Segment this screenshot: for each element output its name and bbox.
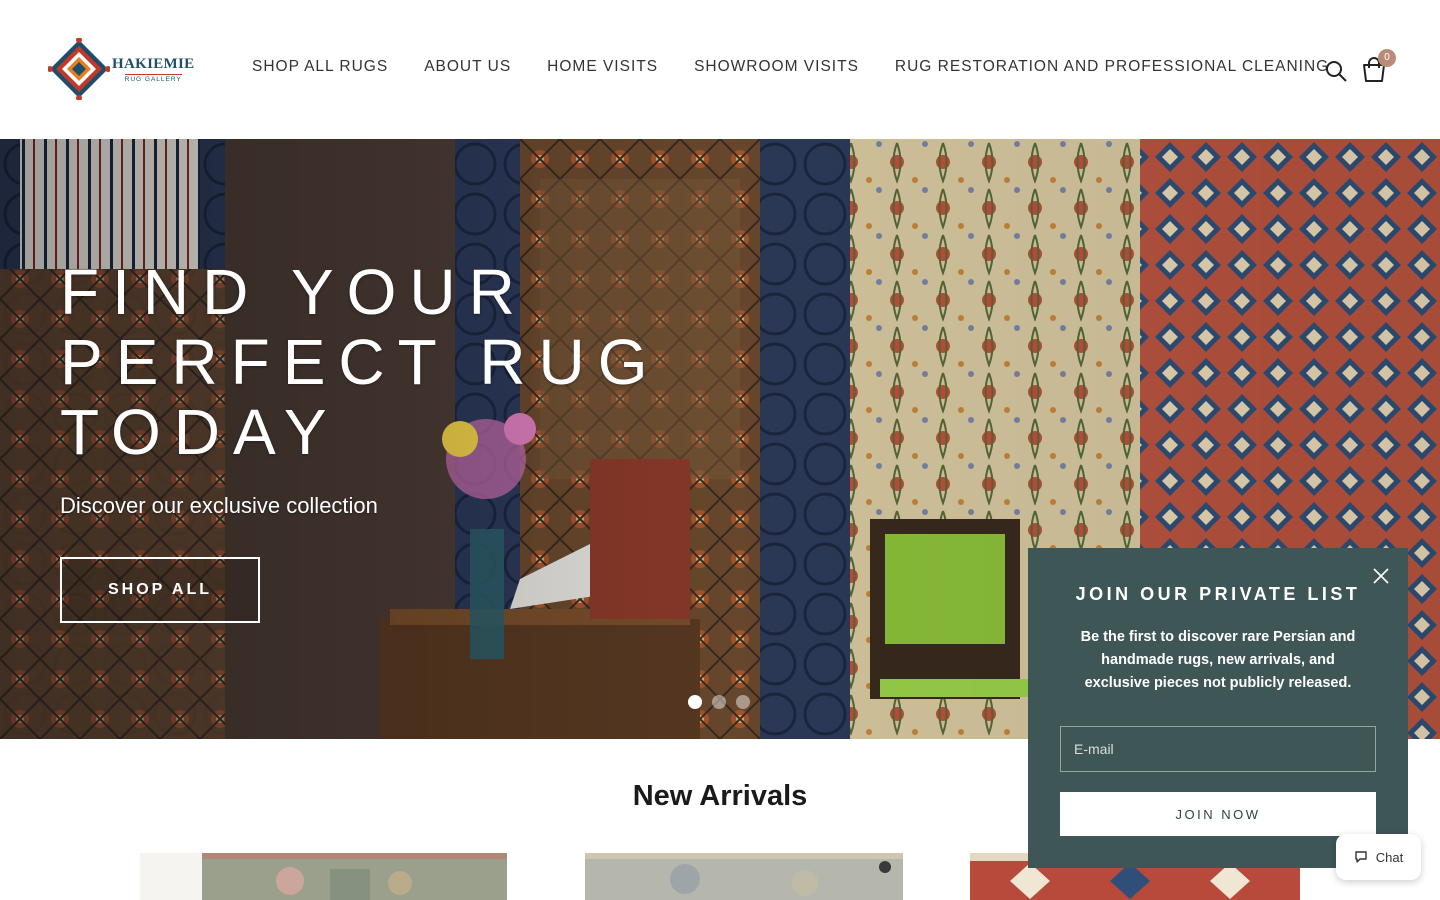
product-image-1 xyxy=(140,853,507,900)
brand-subtitle: RUG GALLERY xyxy=(124,73,182,83)
email-field[interactable] xyxy=(1060,726,1376,772)
logo-text: HAKIEMIE RUG GALLERY xyxy=(112,56,194,83)
shop-all-button[interactable]: SHOP ALL xyxy=(60,557,260,623)
cart-count-badge: 0 xyxy=(1378,49,1396,67)
nav-home-visits[interactable]: HOME VISITS xyxy=(547,58,658,76)
nav-shop-all-rugs[interactable]: SHOP ALL RUGS xyxy=(252,58,388,76)
hero-title-line-3: TODAY xyxy=(60,396,340,468)
chat-bubble-icon xyxy=(1355,851,1367,863)
nav-showroom-visits[interactable]: SHOWROOM VISITS xyxy=(694,58,859,76)
site-header: HAKIEMIE RUG GALLERY SHOP ALL RUGS ABOUT… xyxy=(0,0,1440,139)
chat-button[interactable]: Chat xyxy=(1336,834,1421,880)
hero-subtitle: Discover our exclusive collection xyxy=(60,493,378,518)
product-card-2[interactable] xyxy=(585,853,903,900)
slider-dot-3[interactable] xyxy=(736,695,750,709)
hero-title-line-1: FIND YOUR xyxy=(60,256,528,328)
hero-title: FIND YOUR PERFECT RUG TODAY xyxy=(60,257,760,467)
main-nav: SHOP ALL RUGS ABOUT US HOME VISITS SHOWR… xyxy=(252,58,1329,76)
chat-label: Chat xyxy=(1375,849,1404,865)
newsletter-popup: JOIN OUR PRIVATE LIST Be the first to di… xyxy=(1028,548,1408,868)
close-icon[interactable] xyxy=(1372,567,1390,585)
join-now-button[interactable]: JOIN NOW xyxy=(1060,792,1376,836)
brand-name: HAKIEMIE xyxy=(112,55,195,72)
logo-icon xyxy=(48,38,110,100)
slider-dot-2[interactable] xyxy=(712,695,726,709)
logo-link[interactable]: HAKIEMIE RUG GALLERY xyxy=(48,38,198,100)
slider-dot-1[interactable] xyxy=(688,695,702,709)
nav-rug-restoration[interactable]: RUG RESTORATION AND PROFESSIONAL CLEANIN… xyxy=(895,58,1329,76)
product-image-2 xyxy=(585,853,903,900)
nav-about-us[interactable]: ABOUT US xyxy=(424,58,511,76)
hero-title-line-2: PERFECT RUG xyxy=(60,326,661,398)
slider-dots xyxy=(688,695,750,709)
popup-description: Be the first to discover rare Persian an… xyxy=(1080,629,1356,691)
popup-title: JOIN OUR PRIVATE LIST xyxy=(1075,584,1361,604)
product-card-1[interactable] xyxy=(140,853,507,900)
search-icon[interactable] xyxy=(1324,59,1348,83)
